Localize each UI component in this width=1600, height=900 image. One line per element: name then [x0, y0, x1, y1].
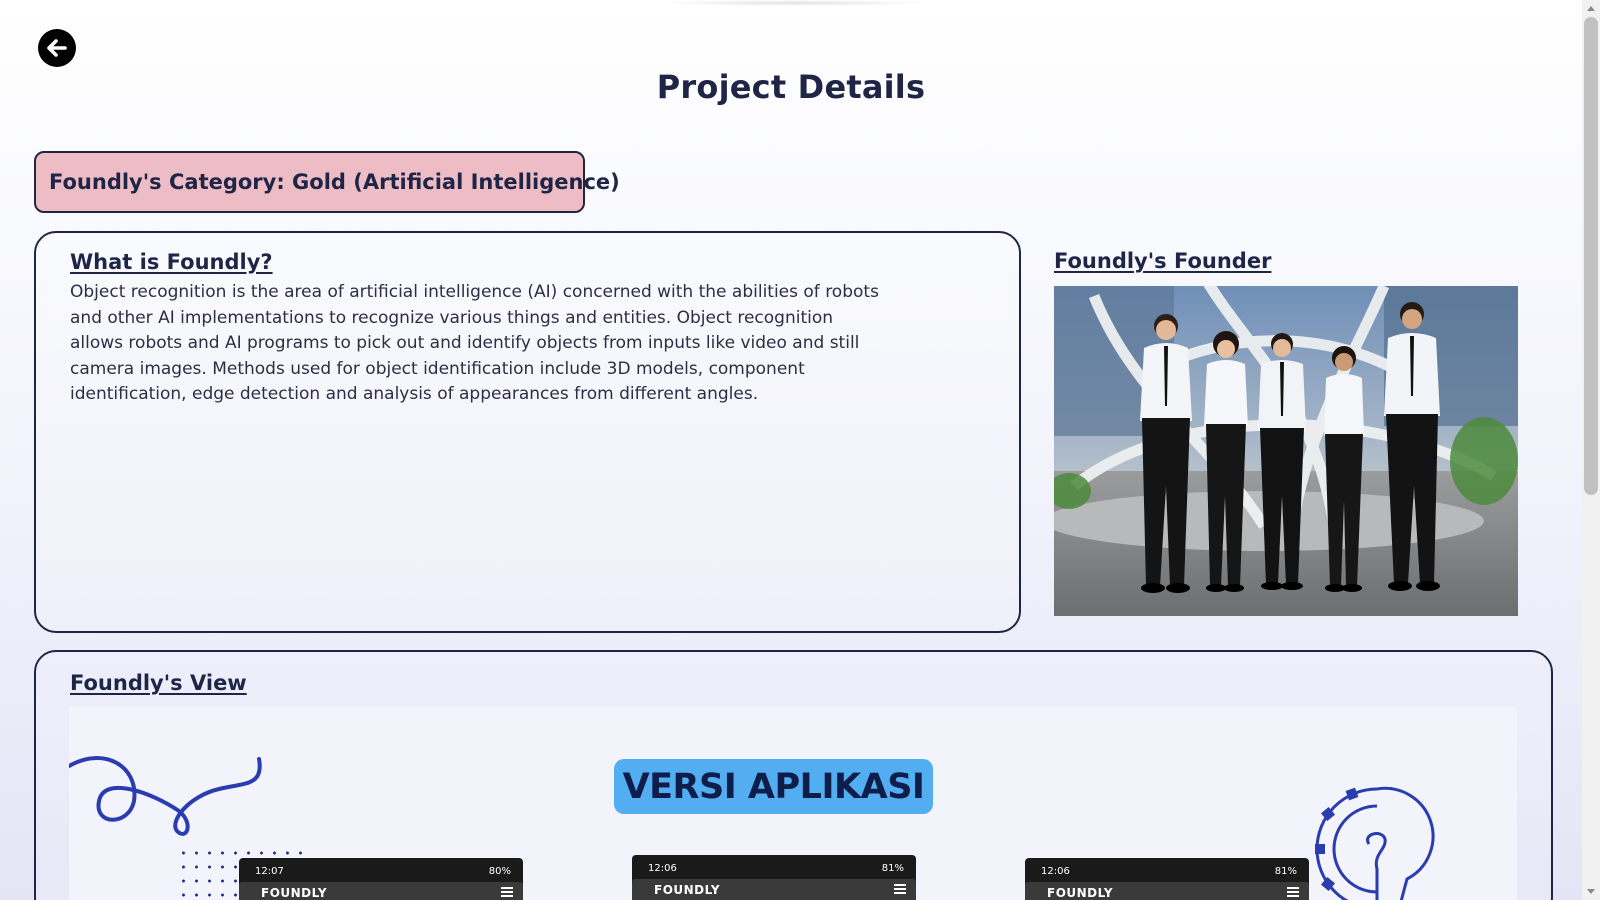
category-badge: Foundly's Category: Gold (Artificial Int… — [34, 151, 620, 213]
hamburger-menu-icon — [501, 887, 513, 897]
phone-screenshot: 12:06 81% FOUNDLY — [1025, 858, 1309, 900]
phone-time: 12:06 — [648, 863, 677, 874]
lightbulb-gear-icon — [1315, 786, 1435, 900]
version-banner: VERSI APLIKASI — [614, 759, 933, 814]
back-button[interactable] — [38, 29, 76, 67]
top-shadow — [660, 0, 930, 6]
view-heading: Foundly's View — [70, 671, 247, 695]
phone-battery: 81% — [1274, 866, 1297, 877]
app-preview-image: VERSI APLIKASI 12:07 80% FOUNDLY 12:06 8… — [69, 706, 1517, 900]
scroll-down-arrow-icon[interactable] — [1582, 884, 1600, 900]
hamburger-menu-icon — [894, 884, 906, 894]
phone-brand: FOUNDLY — [1047, 886, 1114, 900]
phone-battery: 80% — [488, 866, 511, 877]
phone-time: 12:06 — [1041, 866, 1070, 877]
squiggle-doodle — [69, 756, 262, 836]
page-title: Project Details — [656, 68, 926, 106]
phone-brand: FOUNDLY — [654, 883, 721, 897]
phone-brand: FOUNDLY — [261, 886, 328, 900]
hamburger-menu-icon — [1287, 887, 1299, 897]
vertical-scrollbar[interactable] — [1582, 0, 1600, 900]
phone-screenshot: 12:06 81% FOUNDLY — [632, 855, 916, 900]
about-heading: What is Foundly? — [70, 250, 273, 274]
founder-heading: Foundly's Founder — [1054, 249, 1272, 273]
scrollbar-thumb[interactable] — [1584, 17, 1598, 495]
founder-photo — [1054, 286, 1518, 616]
phone-time: 12:07 — [255, 866, 284, 877]
phone-battery: 81% — [881, 863, 904, 874]
arrow-left-icon — [47, 39, 67, 57]
about-card: What is Foundly? Object recognition is t… — [34, 231, 1021, 633]
phone-screenshot: 12:07 80% FOUNDLY — [239, 858, 523, 900]
scroll-up-arrow-icon[interactable] — [1582, 0, 1600, 16]
about-description: Object recognition is the area of artifi… — [70, 282, 879, 405]
